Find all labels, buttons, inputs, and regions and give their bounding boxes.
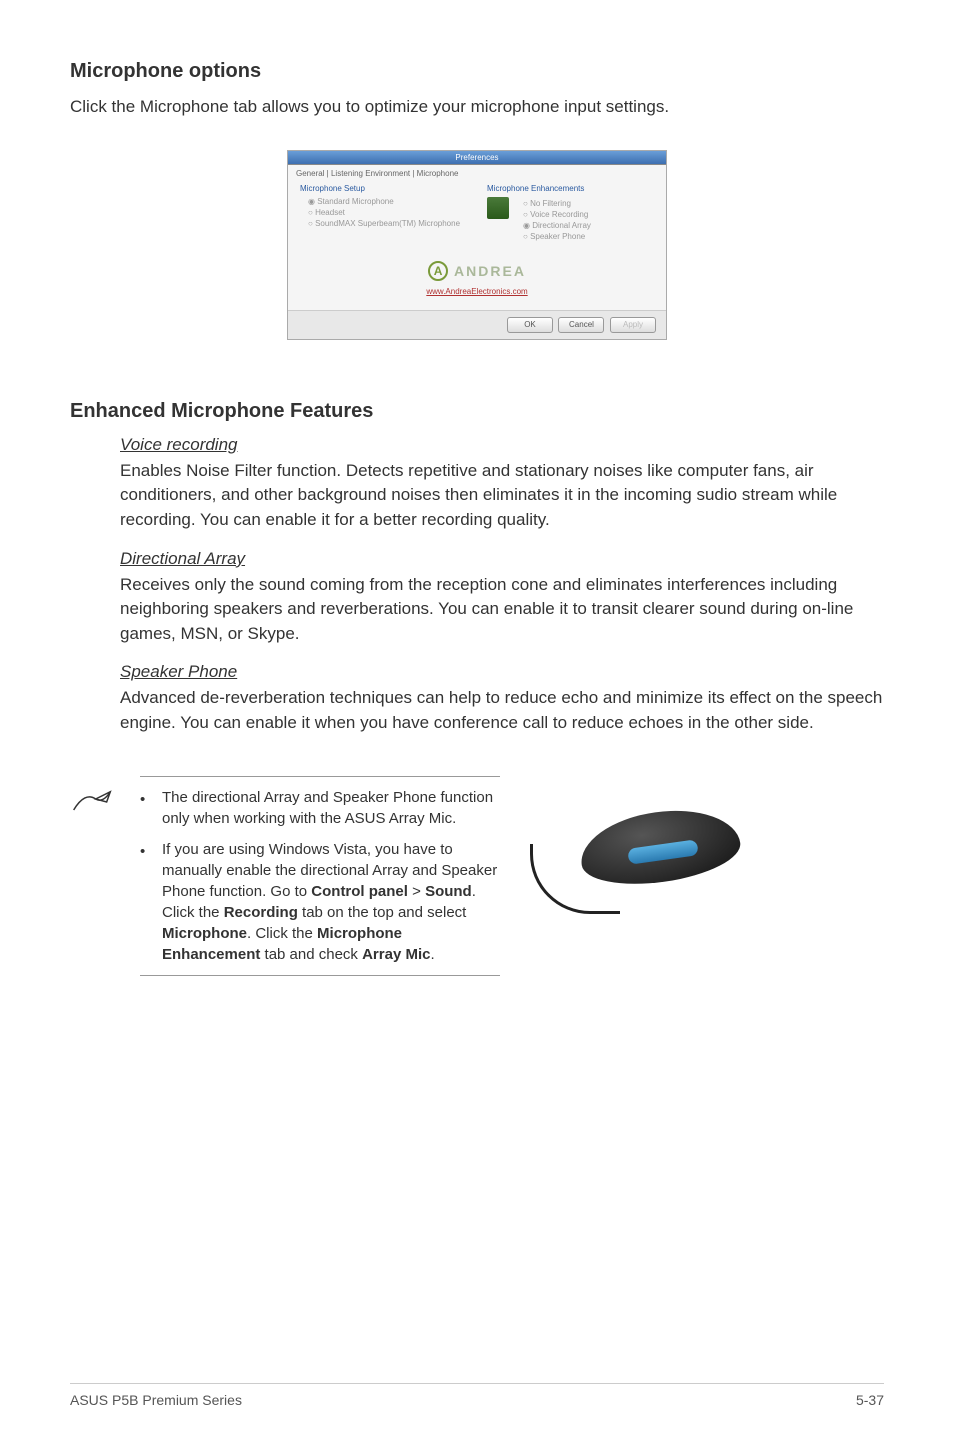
opt-dir-array-label: Directional Array [532, 221, 591, 230]
mic-enhance-label: Microphone Enhancements [487, 184, 654, 193]
array-mic-photo [520, 782, 780, 932]
opt-superbeam-label: SoundMAX Superbeam(TM) Microphone [315, 219, 460, 228]
note-bullet-2: • If you are using Windows Vista, you ha… [140, 839, 500, 965]
andrea-logo-row: A ANDREA [288, 251, 666, 287]
note-section: • The directional Array and Speaker Phon… [70, 776, 884, 976]
opt-speaker-phone-label: Speaker Phone [530, 232, 585, 241]
ok-button[interactable]: OK [507, 317, 553, 333]
sub-speaker-phone-body: Advanced de-reverberation techniques can… [120, 686, 884, 735]
opt-voice-rec-label: Voice Recording [530, 210, 588, 219]
opt-headset: ○ Headset [308, 208, 467, 217]
andrea-link: www.AndreaElectronics.com [288, 287, 666, 310]
chip-icon [487, 197, 509, 219]
note-bullet-1: • The directional Array and Speaker Phon… [140, 787, 500, 829]
opt-no-filter-label: No Filtering [530, 199, 571, 208]
opt-standard-mic-label: Standard Microphone [317, 197, 394, 206]
footer-right: 5-37 [856, 1392, 884, 1408]
andrea-logo-text: ANDREA [454, 263, 526, 279]
preferences-dialog: Preferences General | Listening Environm… [287, 150, 667, 340]
apply-button[interactable]: Apply [610, 317, 656, 333]
n2-recording: Recording [224, 904, 298, 921]
n2-end: . [430, 946, 434, 963]
dialog-content: Microphone Setup ◉ Standard Microphone ○… [288, 178, 666, 251]
enhance-icon-row: ○ No Filtering ○ Voice Recording ◉ Direc… [487, 197, 654, 243]
n2-mid4: tab and check [260, 946, 362, 963]
sub-speaker-phone-title: Speaker Phone [120, 662, 884, 682]
cancel-button[interactable]: Cancel [558, 317, 604, 333]
n2-microphone: Microphone [162, 925, 247, 942]
note-2-text: If you are using Windows Vista, you have… [162, 839, 500, 965]
note-text-column: • The directional Array and Speaker Phon… [140, 776, 500, 976]
sub-voice-recording-body: Enables Noise Filter function. Detects r… [120, 459, 884, 533]
n2-mid2: tab on the top and select [298, 904, 466, 921]
opt-speaker-phone: ○ Speaker Phone [523, 232, 591, 241]
sub-directional-array-body: Receives only the sound coming from the … [120, 573, 884, 647]
footer-left: ASUS P5B Premium Series [70, 1392, 242, 1408]
dialog-button-row: OK Cancel Apply [288, 310, 666, 339]
n2-gt1: > [408, 883, 425, 900]
n2-mid3: . Click the [247, 925, 317, 942]
dialog-tabs: General | Listening Environment | Microp… [288, 165, 666, 178]
mic-setup-label: Microphone Setup [300, 184, 467, 193]
sub-directional-array-title: Directional Array [120, 549, 884, 569]
bullet-dot-icon: • [140, 787, 148, 829]
opt-dir-array: ◉ Directional Array [523, 221, 591, 230]
note-icon [70, 776, 120, 819]
andrea-logo-circle: A [428, 261, 448, 281]
opt-headset-label: Headset [315, 208, 345, 217]
note-1-text: The directional Array and Speaker Phone … [162, 787, 500, 829]
section-heading-mic-options: Microphone options [70, 60, 884, 83]
sub-voice-recording-title: Voice recording [120, 435, 884, 455]
mic-setup-column: Microphone Setup ◉ Standard Microphone ○… [300, 184, 467, 243]
screenshot-container: Preferences General | Listening Environm… [70, 150, 884, 340]
opt-standard-mic: ◉ Standard Microphone [308, 197, 467, 206]
bullet-dot-icon: • [140, 839, 148, 965]
enhanced-mic-block: Voice recording Enables Noise Filter fun… [120, 435, 884, 736]
n2-sound: Sound [425, 883, 472, 900]
opt-voice-rec: ○ Voice Recording [523, 210, 591, 219]
opt-no-filter: ○ No Filtering [523, 199, 591, 208]
body-text-mic-options: Click the Microphone tab allows you to o… [70, 95, 884, 120]
n2-control-panel: Control panel [311, 883, 408, 900]
page-footer: ASUS P5B Premium Series 5-37 [70, 1383, 884, 1408]
mic-enhance-column: Microphone Enhancements ○ No Filtering ○… [487, 184, 654, 243]
n2-array-mic: Array Mic [362, 946, 430, 963]
opt-superbeam: ○ SoundMAX Superbeam(TM) Microphone [308, 219, 467, 228]
section-heading-enhanced-mic: Enhanced Microphone Features [70, 400, 884, 423]
andrea-logo: A ANDREA [428, 261, 526, 281]
dialog-titlebar: Preferences [288, 151, 666, 165]
